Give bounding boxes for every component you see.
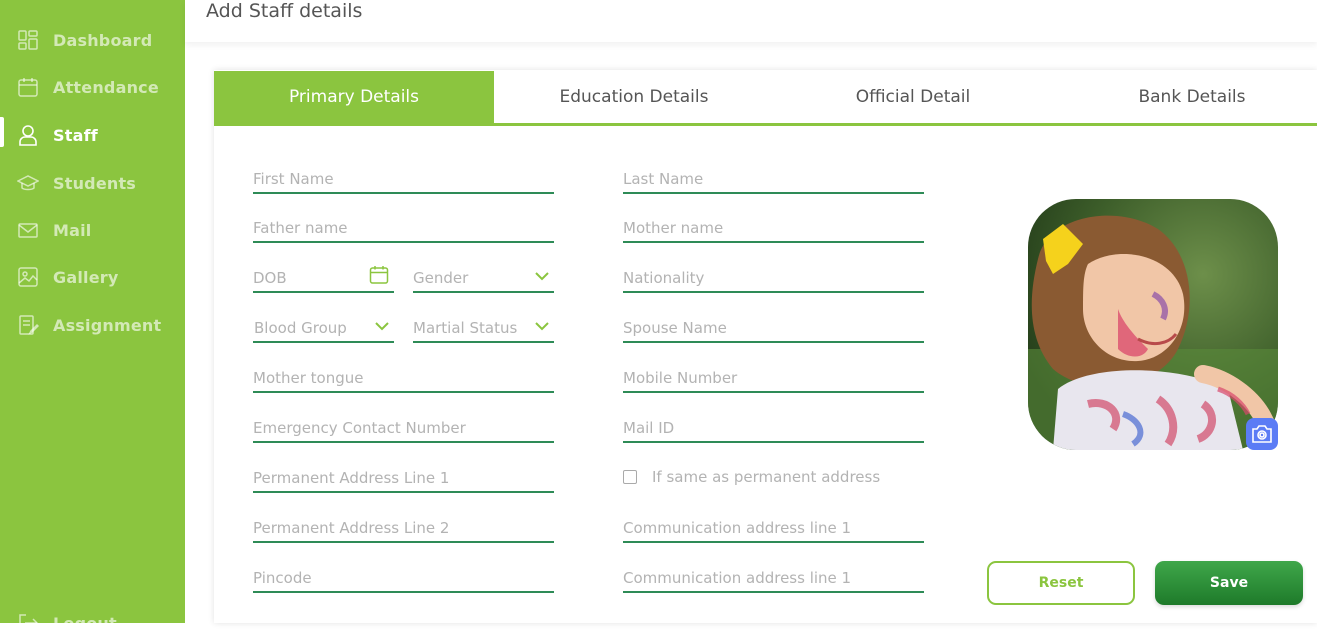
tab-education-details[interactable]: Education Details [494,71,774,123]
sidebar-item-students[interactable]: Students [0,163,185,203]
graduation-cap-icon [17,175,39,191]
father-name-field[interactable] [253,217,554,243]
logout-button[interactable]: Logout [0,603,185,643]
spouse-name-input[interactable] [623,317,924,339]
nationality-input[interactable] [623,267,924,289]
first-name-input[interactable] [253,168,554,190]
dob-field[interactable] [253,265,394,293]
marital-status-select[interactable]: Martial Status [413,317,554,343]
same-address-label: If same as permanent address [652,468,881,486]
nationality-field[interactable] [623,267,924,293]
sidebar-item-label: Attendance [53,78,159,97]
active-indicator [0,117,4,147]
spouse-name-field[interactable] [623,317,924,343]
permanent-address-1-field[interactable] [253,467,554,493]
page-title: Add Staff details [206,0,363,22]
chevron-down-icon [375,322,389,331]
permanent-address-2-field[interactable] [253,517,554,543]
communication-address-2-field[interactable] [623,567,924,593]
gender-select[interactable]: Gender [413,267,554,293]
tab-bank-details[interactable]: Bank Details [1052,71,1317,123]
calendar-icon [18,78,38,97]
sidebar-item-label: Dashboard [53,31,153,50]
chevron-down-icon [535,272,549,281]
sidebar-item-label: Staff [53,126,98,145]
sidebar-item-label: Students [53,174,137,193]
pincode-input[interactable] [253,567,554,589]
blood-group-select[interactable]: Blood Group [253,317,394,343]
same-address-checkbox[interactable] [623,470,637,484]
marital-status-placeholder: Martial Status [413,319,518,337]
sidebar-item-label: Assignment [53,316,162,335]
last-name-field[interactable] [623,168,924,194]
profile-photo [1028,199,1278,450]
reset-button[interactable]: Reset [987,561,1135,605]
sidebar-item-staff[interactable]: Staff [0,115,185,155]
mail-id-input[interactable] [623,417,924,439]
sidebar: Dashboard Attendance Staff Students Mail… [0,0,185,633]
profile-photo-image [1028,199,1278,450]
dob-input[interactable] [253,267,363,289]
mother-name-input[interactable] [623,217,924,239]
mother-tongue-field[interactable] [253,367,554,393]
permanent-address-2-input[interactable] [253,517,554,539]
mobile-number-input[interactable] [623,367,924,389]
mother-name-field[interactable] [623,217,924,243]
assignment-icon [19,315,39,335]
emergency-contact-input[interactable] [253,417,554,439]
mail-icon [18,223,38,238]
tab-primary-details[interactable]: Primary Details [214,71,494,123]
first-name-field[interactable] [253,168,554,194]
logout-icon [19,614,39,632]
father-name-input[interactable] [253,217,554,239]
logout-label: Logout [53,614,117,633]
sidebar-item-label: Gallery [53,268,119,287]
sidebar-item-mail[interactable]: Mail [0,210,185,250]
mobile-number-field[interactable] [623,367,924,393]
permanent-address-1-input[interactable] [253,467,554,489]
dashboard-icon [18,30,38,50]
sidebar-item-gallery[interactable]: Gallery [0,257,185,297]
sidebar-item-assignment[interactable]: Assignment [0,305,185,345]
gallery-icon [18,267,38,287]
last-name-input[interactable] [623,168,924,190]
camera-icon [1252,425,1272,443]
mail-id-field[interactable] [623,417,924,443]
pincode-field[interactable] [253,567,554,593]
chevron-down-icon [535,322,549,331]
blood-group-placeholder: Blood Group [254,319,347,337]
communication-address-2-input[interactable] [623,567,924,589]
user-icon [19,125,37,146]
calendar-icon[interactable] [369,265,389,285]
communication-address-1-field[interactable] [623,517,924,543]
mother-tongue-input[interactable] [253,367,554,389]
tab-bar: Primary Details Education Details Offici… [214,71,1317,126]
tab-official-detail[interactable]: Official Detail [773,71,1053,123]
same-address-checkbox-row[interactable]: If same as permanent address [623,466,880,488]
sidebar-item-attendance[interactable]: Attendance [0,67,185,107]
sidebar-item-dashboard[interactable]: Dashboard [0,20,185,60]
communication-address-1-input[interactable] [623,517,924,539]
gender-placeholder: Gender [413,269,469,287]
save-button[interactable]: Save [1155,561,1303,605]
change-photo-button[interactable] [1246,418,1278,450]
sidebar-item-label: Mail [53,221,92,240]
emergency-contact-field[interactable] [253,417,554,443]
